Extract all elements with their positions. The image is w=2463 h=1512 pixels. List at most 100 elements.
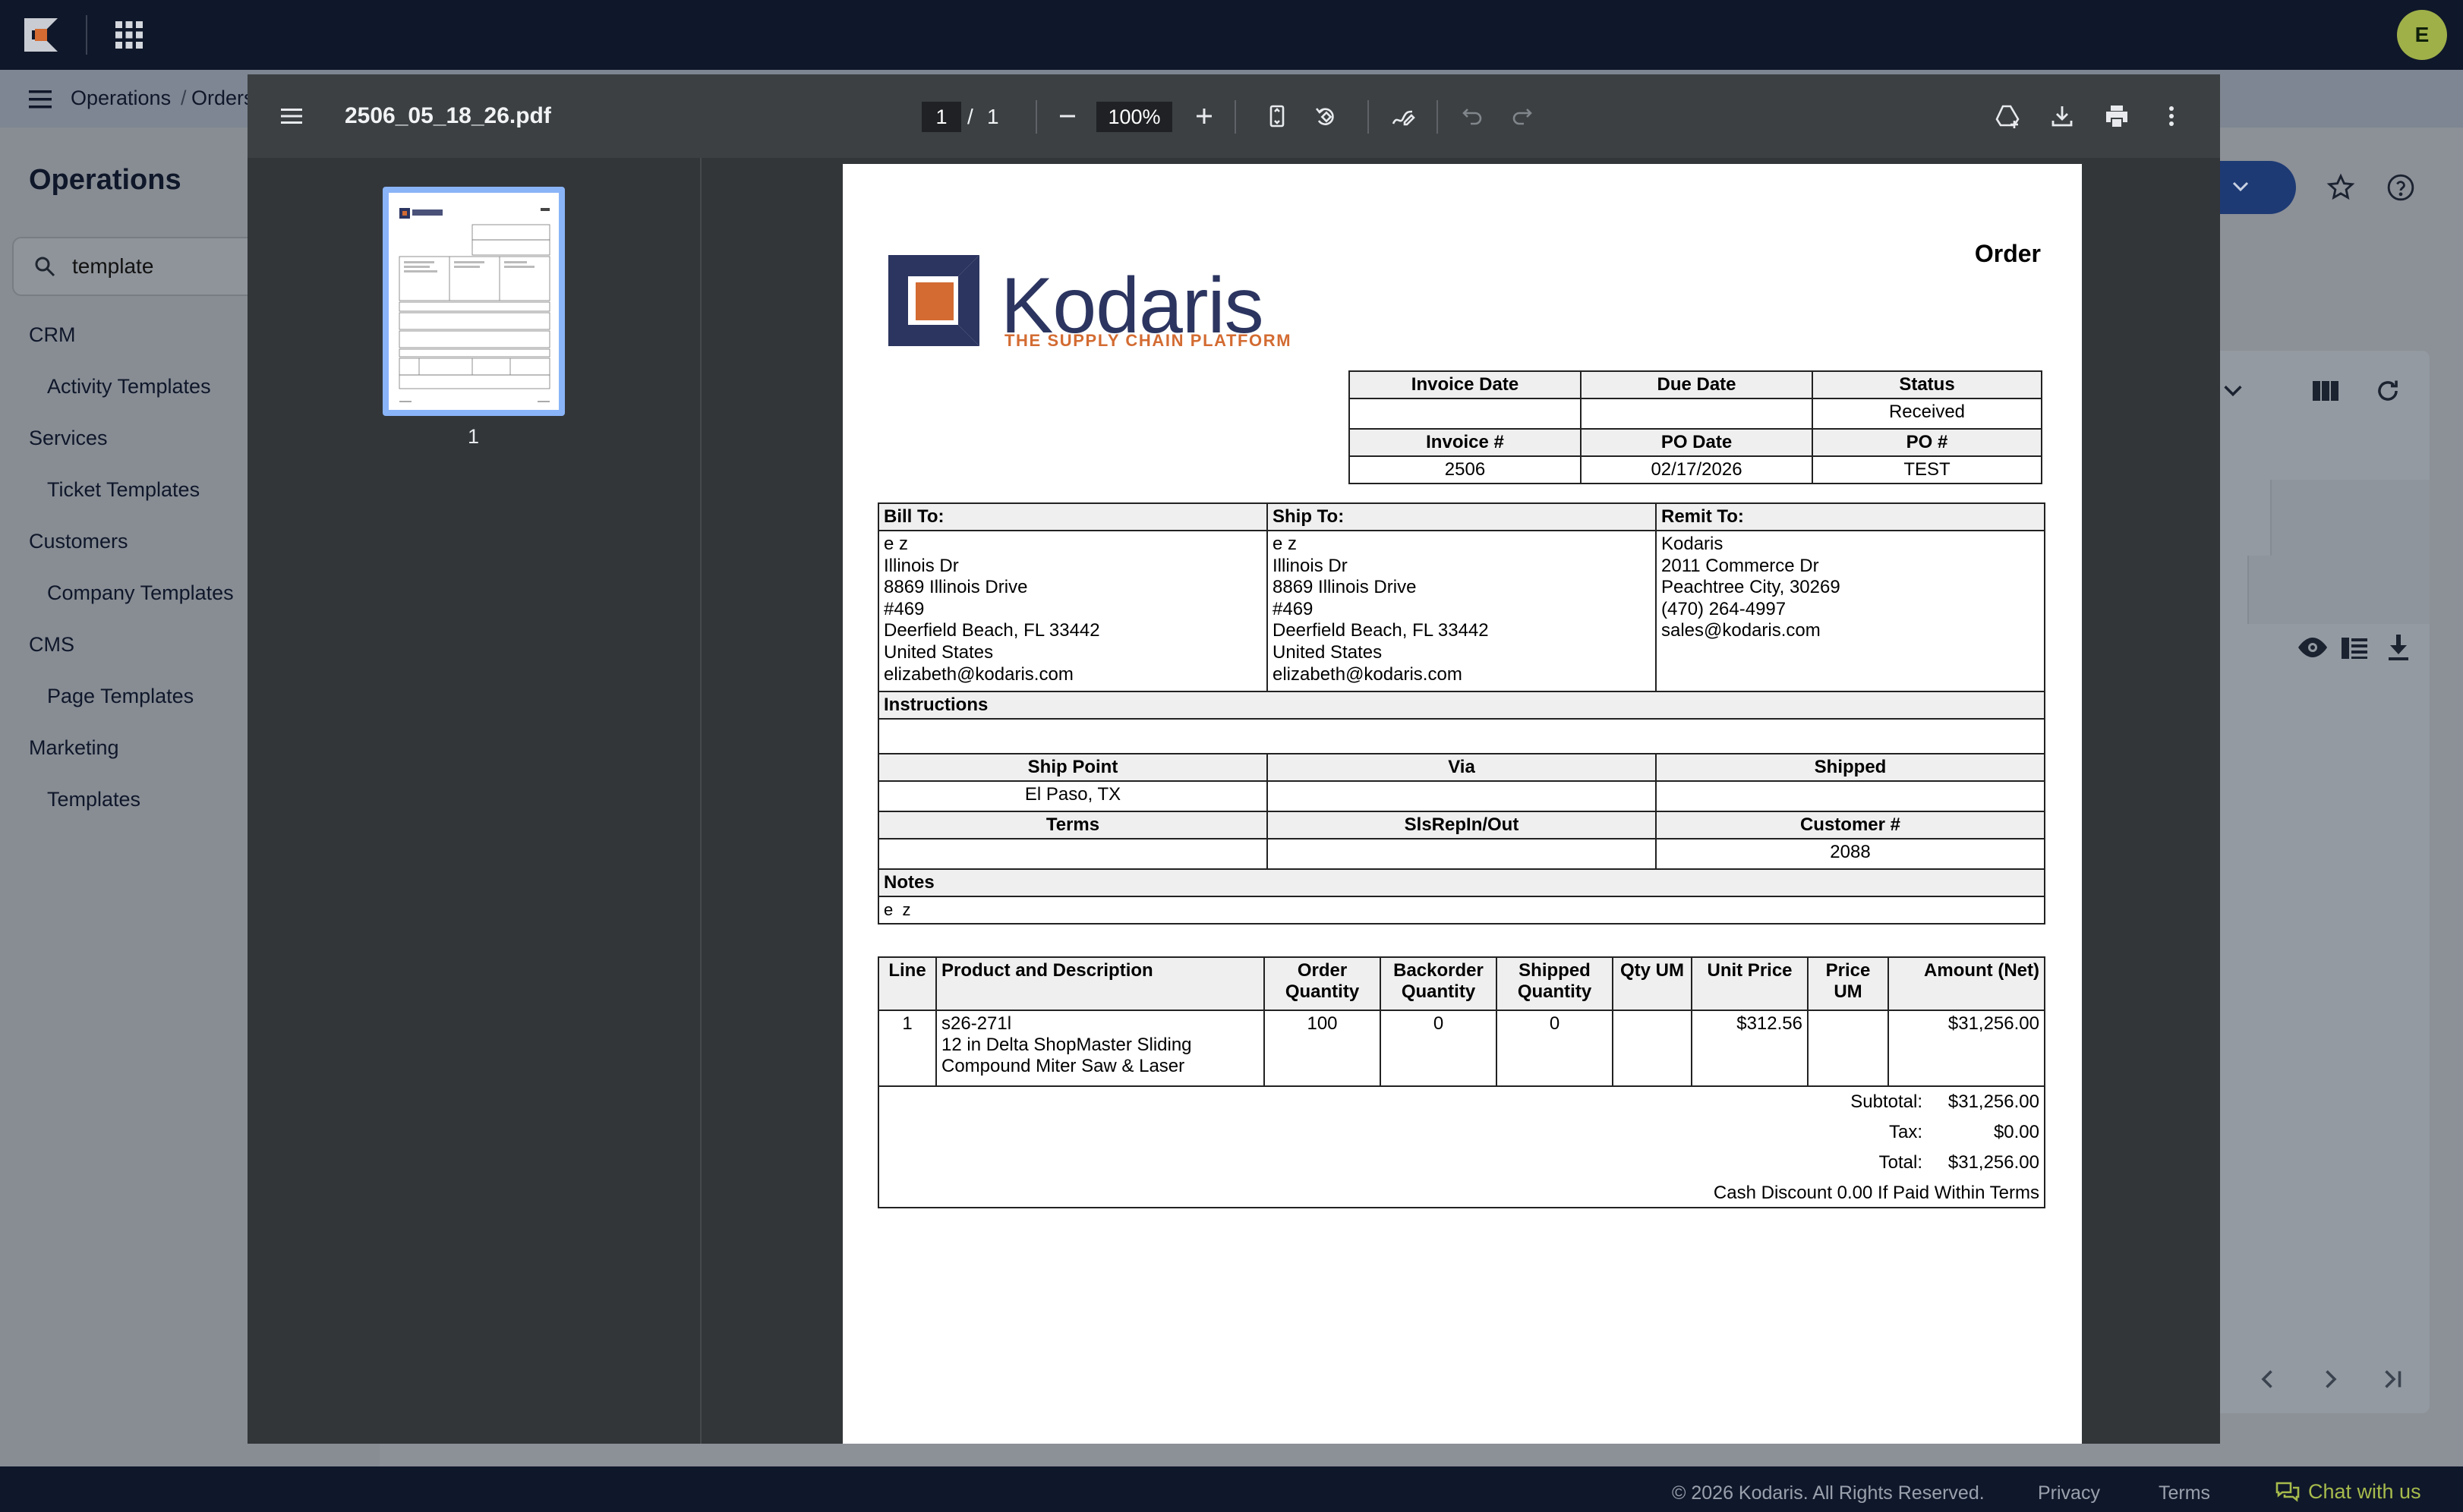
po-date-value: 02/17/2026 (1580, 455, 1813, 484)
nav-item-company-templates[interactable]: Company Templates (47, 581, 234, 605)
annotate-pen-icon[interactable] (1389, 102, 1417, 130)
nav-item-ticket-templates[interactable]: Ticket Templates (47, 478, 200, 502)
line-amount: $31,256.00 (1887, 1010, 2045, 1087)
details-list-icon[interactable] (2340, 636, 2369, 660)
line-header: Shipped Quantity (1496, 956, 1613, 1011)
subtotal-label: Subtotal: (1850, 1091, 1922, 1112)
nav-group-customers[interactable]: Customers (29, 530, 128, 553)
terms-header: Terms (878, 811, 1268, 839)
line-header: Amount (Net) (1887, 956, 2045, 1011)
address-line: United States (884, 641, 994, 663)
line-items-table: Line Product and Description Order Quant… (878, 956, 2045, 1208)
zoom-in-icon[interactable] (1191, 102, 1218, 130)
price-um (1807, 1010, 1889, 1087)
user-avatar[interactable]: E (2397, 10, 2447, 60)
chat-bubbles-icon (2275, 1482, 2300, 1502)
invoice-meta-table: Invoice Date Due Date Status Received In… (1348, 370, 2042, 484)
zoom-level-input[interactable]: 100% (1096, 102, 1172, 132)
rotate-icon[interactable] (1312, 102, 1339, 130)
address-line: Illinois Dr (884, 555, 959, 576)
qty-um (1612, 1010, 1692, 1087)
columns-icon[interactable] (2311, 378, 2340, 404)
address-line: (470) 264-4997 (1661, 598, 1787, 619)
view-eye-icon[interactable] (2295, 635, 2330, 660)
cash-discount-note: Cash Discount 0.00 If Paid Within Terms (1713, 1183, 2039, 1203)
product-sku: s26-271l (941, 1013, 1012, 1034)
fit-page-icon[interactable] (1263, 102, 1291, 130)
line-header: Line (878, 956, 937, 1011)
help-icon[interactable] (2386, 173, 2415, 202)
footer-copyright: © 2026 Kodaris. All Rights Reserved. (1672, 1482, 1985, 1504)
terms-value (878, 838, 1268, 870)
nav-group-marketing[interactable]: Marketing (29, 736, 119, 760)
current-page-input[interactable]: 1 (922, 102, 961, 132)
ship-point-value: El Paso, TX (878, 780, 1268, 812)
chat-with-us-button[interactable]: Chat with us (2275, 1480, 2421, 1504)
tax-value: $0.00 (1993, 1122, 2039, 1142)
instructions-label: Instructions (878, 691, 2045, 720)
nav-item-activity-templates[interactable]: Activity Templates (47, 375, 211, 398)
thumbnail-page-preview (389, 193, 559, 410)
table-row: 1 s26-271l 12 in Delta ShopMaster Slidin… (878, 1010, 2045, 1087)
address-line: United States (1272, 641, 1383, 663)
nav-item-page-templates[interactable]: Page Templates (47, 685, 194, 708)
line-header: Unit Price (1691, 956, 1809, 1011)
hamburger-menu-icon[interactable] (27, 88, 55, 111)
line-header: Price UM (1807, 956, 1889, 1011)
table-cell (2247, 556, 2430, 624)
table-header-cell (2270, 480, 2430, 556)
sidebar-title: Operations (29, 164, 181, 196)
filter-chevron-icon[interactable] (2222, 380, 2244, 402)
chat-label: Chat with us (2308, 1480, 2421, 1503)
save-to-drive-icon[interactable] (1994, 102, 2021, 130)
kodaris-logo-icon[interactable] (23, 17, 59, 53)
meta-header: Status (1812, 370, 2042, 399)
meta-header: Due Date (1580, 370, 1813, 399)
apps-grid-icon[interactable] (114, 20, 144, 50)
print-icon[interactable] (2103, 102, 2130, 130)
order-quantity: 100 (1263, 1010, 1381, 1087)
download-icon[interactable] (2048, 102, 2076, 130)
document-title: Order (1974, 240, 2041, 267)
ship-header: Ship Point (878, 753, 1268, 782)
address-line: 8869 Illinois Drive (1272, 577, 1417, 598)
nav-group-cms[interactable]: CMS (29, 633, 74, 657)
kodaris-brand-mark-icon (888, 255, 979, 346)
remit-to-label: Remit To: (1655, 502, 2045, 531)
redo-icon[interactable] (1508, 102, 1535, 130)
nav-item-templates[interactable]: Templates (47, 788, 140, 811)
shipped-value (1655, 780, 2045, 812)
total-pages: 1 (987, 105, 999, 128)
footer-terms-link[interactable]: Terms (2159, 1482, 2210, 1504)
page-thumbnail[interactable] (383, 187, 565, 416)
more-options-icon[interactable] (2158, 102, 2185, 130)
refresh-icon[interactable] (2373, 376, 2402, 405)
invoice-number-value: 2506 (1348, 455, 1582, 484)
address-line: e z (884, 534, 909, 554)
ship-header: Via (1266, 753, 1657, 782)
via-value (1266, 780, 1657, 812)
product-description: s26-271l 12 in Delta ShopMaster Sliding … (935, 1010, 1265, 1087)
toolbar-divider (1436, 100, 1438, 134)
pagination-prev-icon[interactable] (2256, 1368, 2279, 1391)
meta-header: Invoice # (1348, 428, 1582, 457)
toolbar-divider (1036, 100, 1037, 134)
nav-group-crm[interactable]: CRM (29, 323, 76, 347)
address-line: Deerfield Beach, FL 33442 (1272, 620, 1489, 641)
undo-icon[interactable] (1459, 102, 1487, 130)
breadcrumb-operations[interactable]: Operations (71, 87, 171, 110)
zoom-out-icon[interactable] (1054, 102, 1081, 130)
nav-group-services[interactable]: Services (29, 427, 108, 450)
ship-to-address: e z Illinois Dr 8869 Illinois Drive #469… (1266, 530, 1657, 692)
line-number: 1 (878, 1010, 937, 1087)
pagination-next-icon[interactable] (2319, 1368, 2342, 1391)
breadcrumb-orders[interactable]: Orders (191, 87, 254, 110)
pagination-last-icon[interactable] (2378, 1368, 2405, 1391)
notes-label: Notes (878, 868, 2045, 897)
total-value: $31,256.00 (1947, 1152, 2039, 1173)
footer-privacy-link[interactable]: Privacy (2038, 1482, 2100, 1504)
shipped-quantity: 0 (1496, 1010, 1613, 1087)
favorite-star-icon[interactable] (2326, 173, 2355, 202)
download-row-icon[interactable] (2386, 633, 2411, 662)
toggle-sidebar-menu-icon[interactable] (278, 102, 305, 130)
